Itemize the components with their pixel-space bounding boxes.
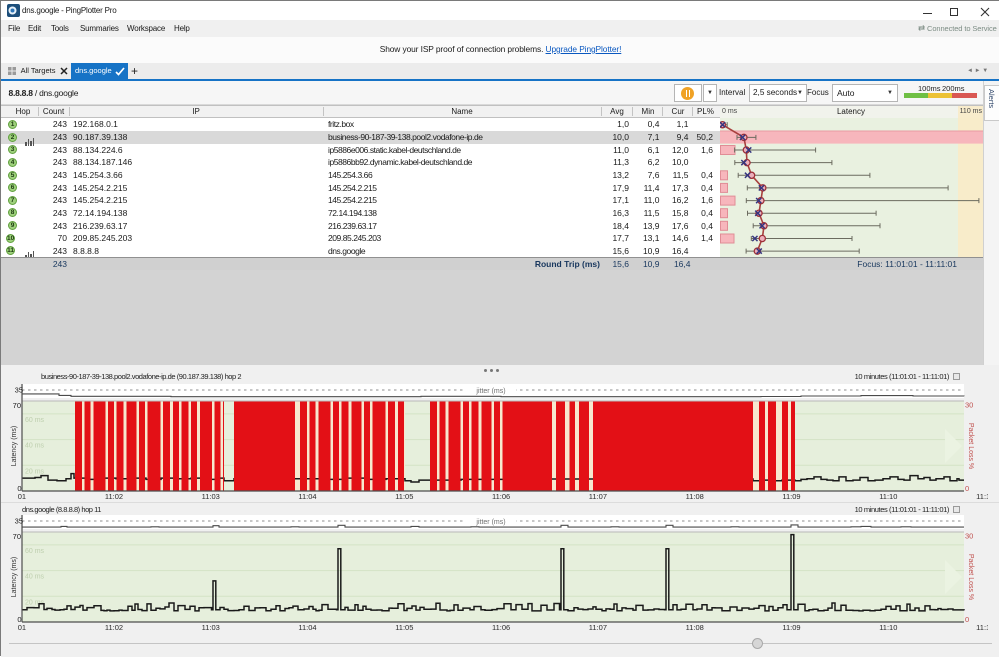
- svg-text:40 ms: 40 ms: [25, 574, 45, 581]
- svg-text:11:05: 11:05: [395, 492, 413, 501]
- svg-text:11:06: 11:06: [492, 623, 510, 632]
- svg-text:Packet Loss %: Packet Loss %: [967, 423, 974, 469]
- svg-text:11:09: 11:09: [782, 623, 800, 632]
- svg-text:11:08: 11:08: [686, 492, 704, 501]
- svg-text:35: 35: [15, 386, 23, 395]
- svg-text:40 ms: 40 ms: [25, 443, 45, 450]
- svg-text:11:02: 11:02: [105, 623, 123, 632]
- svg-text:35: 35: [15, 517, 23, 526]
- svg-text:11:04: 11:04: [298, 623, 316, 632]
- svg-text:11:03: 11:03: [202, 623, 220, 632]
- svg-text:30: 30: [965, 532, 973, 541]
- svg-text:20 ms: 20 ms: [25, 468, 45, 475]
- svg-text:11:03: 11:03: [202, 492, 220, 501]
- svg-text:0: 0: [965, 615, 969, 624]
- svg-text:11:07: 11:07: [589, 492, 607, 501]
- svg-text:Packet Loss %: Packet Loss %: [967, 554, 974, 600]
- svg-text:30: 30: [965, 401, 973, 410]
- svg-text:11:07: 11:07: [589, 623, 607, 632]
- svg-text:11:08: 11:08: [686, 623, 704, 632]
- svg-text:70: 70: [13, 401, 21, 410]
- svg-text:Latency (ms): Latency (ms): [11, 557, 18, 597]
- svg-text:jitter (ms): jitter (ms): [475, 388, 505, 395]
- svg-text:11:02: 11:02: [105, 492, 123, 501]
- svg-text:11:05: 11:05: [395, 623, 413, 632]
- svg-text:11:10: 11:10: [879, 492, 897, 501]
- svg-text:70: 70: [13, 532, 21, 541]
- svg-text:jitter (ms): jitter (ms): [475, 519, 505, 526]
- svg-text:11:09: 11:09: [782, 492, 800, 501]
- svg-text:60 ms: 60 ms: [25, 417, 45, 424]
- svg-text:60 ms: 60 ms: [25, 548, 45, 555]
- svg-text:20 ms: 20 ms: [25, 599, 45, 606]
- svg-text:0: 0: [965, 484, 969, 493]
- svg-text:11:06: 11:06: [492, 492, 510, 501]
- svg-text:11:10: 11:10: [879, 623, 897, 632]
- svg-text:Latency (ms): Latency (ms): [11, 426, 18, 466]
- svg-text:11:04: 11:04: [298, 492, 316, 501]
